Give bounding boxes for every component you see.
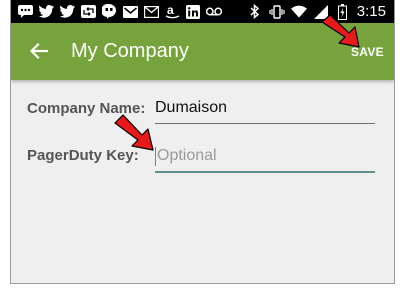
twitter-icon <box>38 4 54 20</box>
bluetooth-icon <box>247 4 263 20</box>
retweet-icon <box>80 4 96 20</box>
pagerduty-key-placeholder: Optional <box>157 147 217 164</box>
annotation-arrow-icon <box>321 14 360 48</box>
twitter-icon <box>59 4 75 20</box>
company-name-field[interactable]: Dumaison <box>155 97 375 124</box>
page-title: My Company <box>71 40 189 62</box>
pagerduty-key-field[interactable]: Optional <box>155 145 375 173</box>
company-name-value: Dumaison <box>155 99 228 116</box>
amazon-icon: a <box>164 4 180 20</box>
svg-text:a: a <box>167 4 174 17</box>
hangouts-icon <box>101 4 117 20</box>
linkedin-icon <box>185 4 201 20</box>
vibrate-icon <box>269 4 285 20</box>
wifi-icon <box>290 4 307 20</box>
gmail-icon <box>122 4 138 20</box>
chat-icon <box>17 4 33 20</box>
annotation-arrow-icon <box>114 114 154 151</box>
mail-icon <box>143 4 159 20</box>
back-arrow-icon[interactable] <box>27 39 51 63</box>
app-screen: a 3:15 My Company SAVE Company Name: Dum… <box>10 0 395 284</box>
voicemail-icon <box>206 4 222 20</box>
notification-icons: a <box>17 3 222 20</box>
